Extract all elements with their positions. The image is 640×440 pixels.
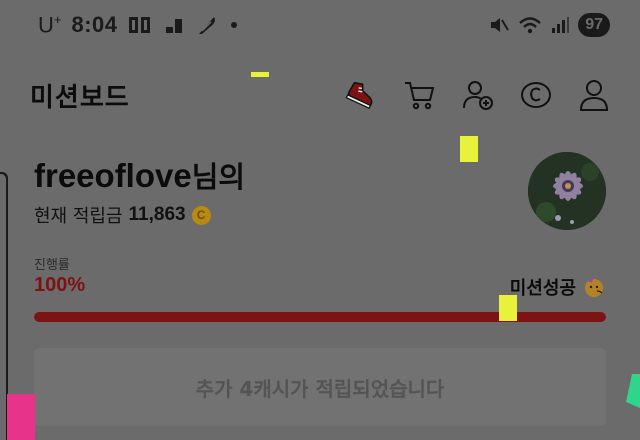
- coin-icon: C: [191, 205, 211, 225]
- page-title: 미션보드: [30, 82, 130, 113]
- status-right: 97: [488, 13, 610, 37]
- sneaker-icon[interactable]: [344, 77, 380, 113]
- progress-caption: 진행률: [34, 258, 70, 273]
- mission-status-label: 미션성공: [509, 278, 576, 299]
- battery-level: 97: [578, 13, 610, 37]
- wifi-icon: [518, 15, 542, 35]
- avatar[interactable]: [528, 152, 606, 230]
- party-face-icon: [582, 275, 606, 299]
- status-bar: U+ 8:04 97: [0, 0, 640, 50]
- profile-icon[interactable]: [576, 77, 612, 113]
- add-friend-icon[interactable]: [460, 77, 496, 113]
- username-suffix: 님의: [191, 160, 246, 194]
- cart-icon[interactable]: [402, 77, 438, 113]
- marker-pink-block: [7, 394, 35, 440]
- marker-green-shard: [626, 374, 640, 408]
- notification-app-icon: [128, 15, 154, 35]
- flower-photo-icon: [528, 152, 606, 230]
- carrier-label: U+: [38, 11, 62, 38]
- progress-bar: [34, 312, 606, 322]
- mission-status: 미션성공: [510, 274, 606, 300]
- username-heading: freeoflove 님의: [34, 154, 245, 196]
- notification-feather-icon: [196, 14, 218, 36]
- clock: 8:04: [71, 11, 118, 37]
- header-icon-group: [344, 77, 612, 113]
- points-label: 현재 적립금: [34, 206, 123, 227]
- progress-bar-fill: [34, 312, 606, 322]
- marker-yellow-square: [499, 295, 517, 321]
- status-left: U+ 8:04: [38, 12, 240, 38]
- more-notifications-dot-icon: [228, 19, 240, 31]
- mute-icon: [488, 15, 510, 35]
- coin-c-icon[interactable]: [518, 77, 554, 113]
- points-value: 11,863: [128, 204, 186, 225]
- marker-yellow-dash: [251, 72, 269, 77]
- username: freeoflove: [34, 157, 192, 194]
- cash-earned-button[interactable]: 추가 4캐시가 적립되었습니다: [34, 348, 606, 426]
- progress-percent: 100%: [34, 274, 86, 296]
- signal-icon: [550, 15, 570, 35]
- marker-yellow-block: [460, 136, 478, 162]
- notification-bars-icon: [164, 15, 186, 35]
- app-header: 미션보드: [0, 68, 640, 122]
- points-row: 현재 적립금 11,863 C: [34, 202, 211, 228]
